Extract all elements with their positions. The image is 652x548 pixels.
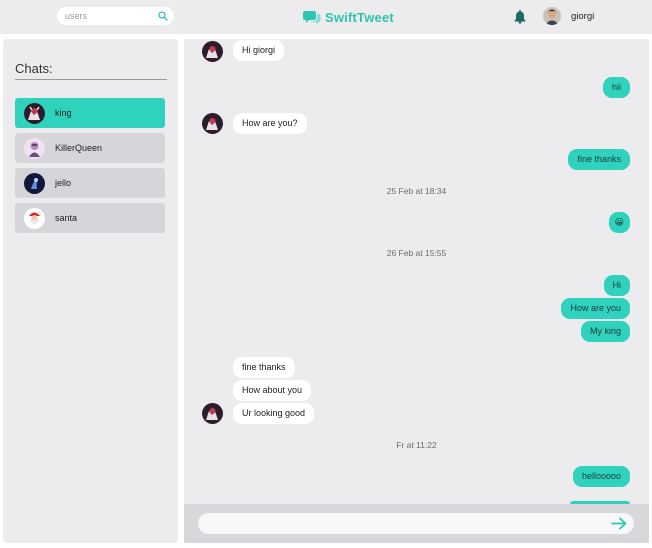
user-search[interactable]	[57, 7, 174, 25]
message-outgoing: 😀	[608, 212, 630, 233]
send-arrow-icon[interactable]	[611, 517, 627, 530]
chats-heading: Chats:	[15, 61, 53, 76]
chat-item-king[interactable]: king	[15, 98, 165, 128]
avatar	[202, 113, 223, 134]
conversation-panel: Hi giorgi hii How are you? fine thanks 2…	[184, 39, 649, 504]
date-separator: Fr at 11:22	[396, 440, 437, 450]
date-separator: 25 Feb at 18:34	[386, 186, 447, 196]
message-outgoing: hii	[602, 77, 630, 98]
message-outgoing: How are you	[561, 298, 630, 319]
chat-item-jello[interactable]: jello	[15, 168, 165, 198]
avatar	[24, 137, 45, 159]
brand-name: SwiftTweet	[325, 9, 394, 25]
notification-bell-icon[interactable]	[513, 9, 527, 24]
message-input[interactable]	[198, 513, 634, 534]
message-incoming: Hi giorgi	[233, 40, 285, 61]
message-outgoing: hellooooo	[572, 466, 630, 487]
message-incoming: fine thanks	[233, 357, 295, 378]
user-avatar[interactable]	[543, 7, 561, 25]
chats-sidebar: Chats: king KillerQueen jello santa	[3, 39, 178, 543]
message-outgoing: My king	[580, 321, 630, 342]
chat-item-label: king	[55, 108, 72, 118]
avatar	[24, 207, 45, 229]
chat-item-santa[interactable]: santa	[15, 203, 165, 233]
username-label[interactable]: giorgi	[571, 11, 594, 22]
message-incoming: How about you	[233, 380, 312, 401]
chat-item-label: jello	[55, 178, 72, 188]
chat-bubbles-icon	[303, 11, 321, 25]
chat-item-label: KillerQueen	[55, 143, 103, 153]
avatar	[202, 41, 223, 62]
composer-bar	[184, 504, 649, 543]
message-outgoing: fine thanks	[568, 149, 630, 170]
search-icon[interactable]	[158, 11, 168, 21]
brand-logo[interactable]: SwiftTweet	[303, 7, 394, 27]
message-incoming: How are you?	[233, 113, 307, 134]
chat-item-label: santa	[55, 213, 78, 223]
divider	[15, 79, 167, 80]
message-outgoing: Hi	[603, 275, 630, 296]
avatar	[24, 102, 45, 124]
search-input[interactable]	[65, 9, 155, 23]
date-separator: 26 Feb at 15:55	[386, 248, 447, 258]
avatar	[202, 403, 223, 424]
avatar	[24, 172, 45, 194]
top-bar: SwiftTweet giorgi	[0, 0, 652, 34]
message-incoming: Ur looking good	[233, 403, 315, 424]
chat-item-killerqueen[interactable]: KillerQueen	[15, 133, 165, 163]
